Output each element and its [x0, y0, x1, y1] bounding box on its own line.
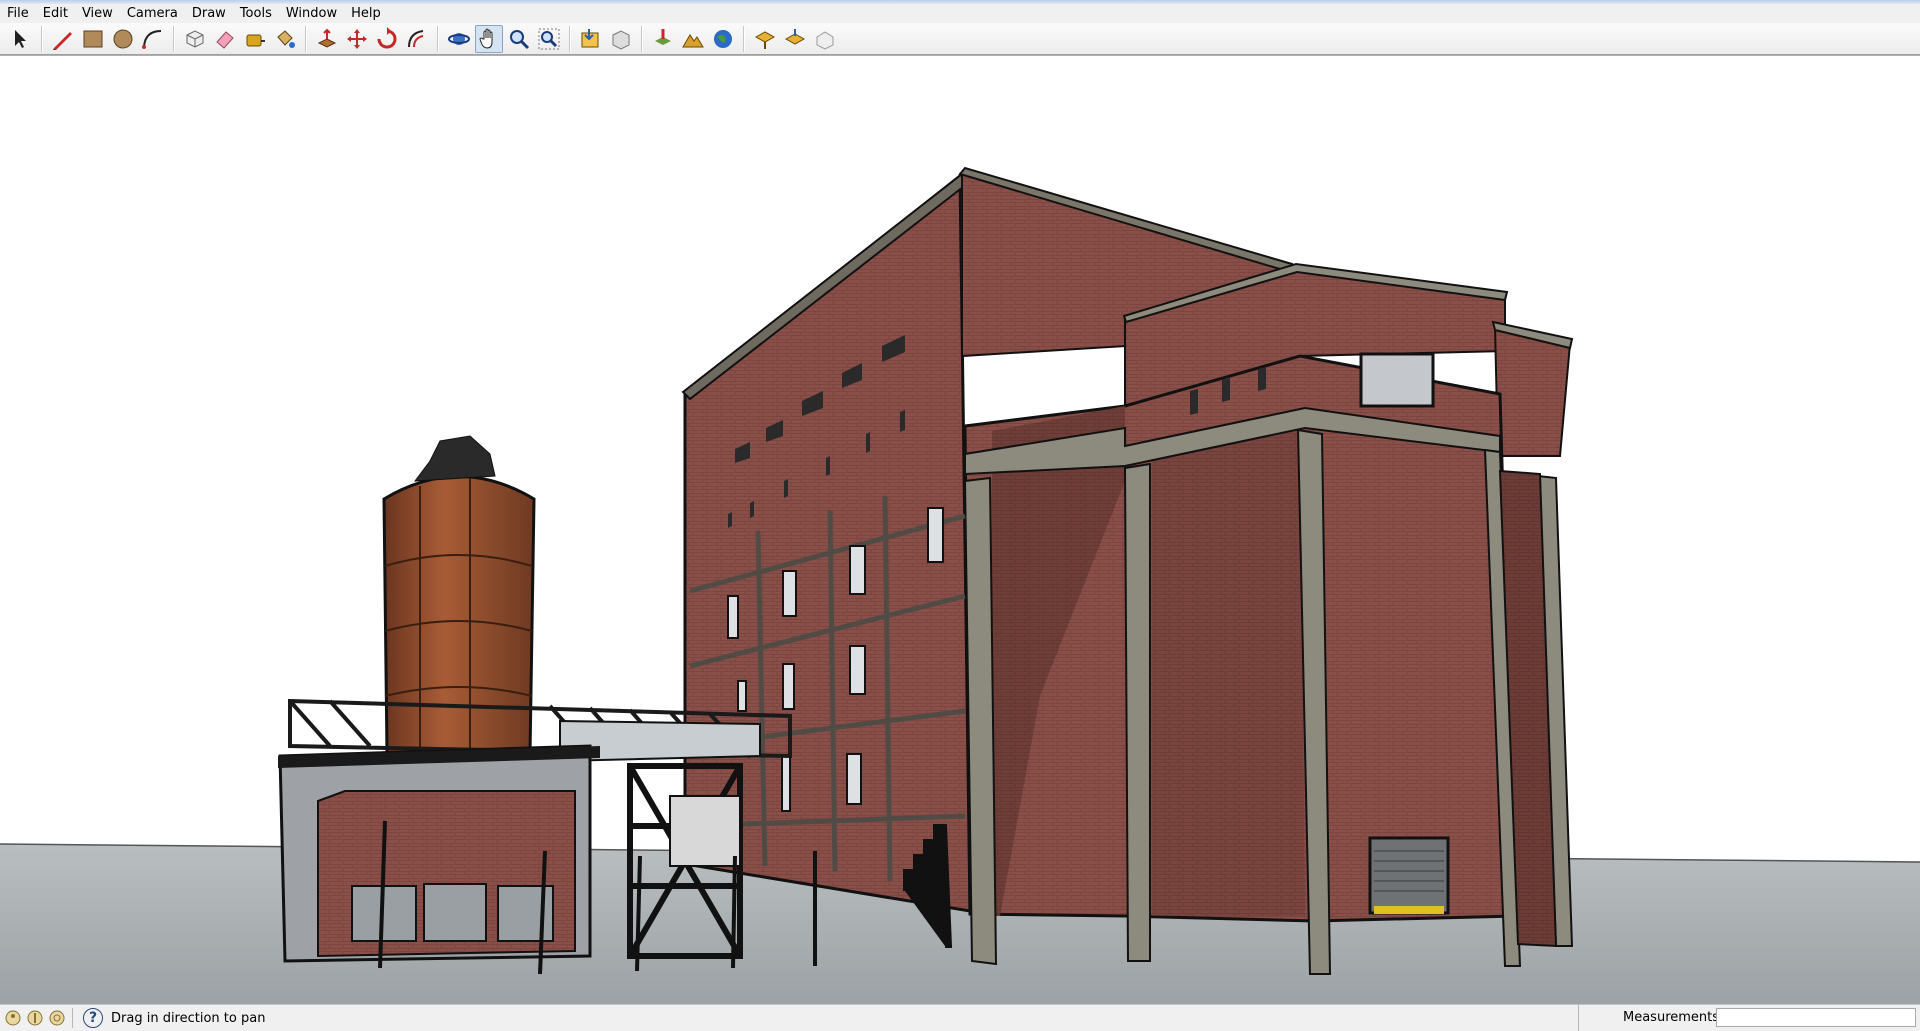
zoom-extents-tool-button[interactable]	[535, 25, 563, 53]
arc-icon	[142, 29, 162, 49]
silo-cap	[413, 435, 496, 482]
toolbar-separator	[305, 25, 307, 52]
silo-body	[382, 475, 536, 756]
toolbar-separator	[641, 25, 643, 52]
hopper-box	[669, 795, 741, 867]
status-bar: ? Drag in direction to pan Measurements	[0, 1004, 1920, 1031]
help-icon[interactable]: ?	[83, 1008, 103, 1028]
menu-draw[interactable]: Draw	[185, 4, 233, 23]
arc-tool-button[interactable]	[139, 25, 167, 53]
share-model-button[interactable]	[607, 25, 635, 53]
pencil-line-icon	[53, 31, 72, 50]
toolbar-separator	[743, 25, 745, 52]
get-models-warehouse-icon	[754, 30, 776, 49]
hazard-stripe	[1374, 906, 1444, 914]
rectangle-tool-button[interactable]	[79, 25, 107, 53]
menu-view[interactable]: View	[75, 4, 120, 23]
select-icon	[15, 29, 26, 48]
geo-location-icon[interactable]	[4, 1009, 22, 1027]
main-toolbar	[0, 23, 1920, 55]
tape-measure-icon	[246, 34, 265, 46]
menu-tools[interactable]: Tools	[233, 4, 279, 23]
toolbar-separator	[41, 25, 43, 52]
pan-icon	[479, 28, 493, 49]
menu-edit[interactable]: Edit	[36, 4, 75, 23]
preview-google-earth-button[interactable]	[709, 25, 737, 53]
menu-bar: File Edit View Camera Draw Tools Window …	[0, 4, 1920, 23]
loading-door	[1368, 836, 1450, 915]
make-component-icon	[186, 29, 204, 48]
share-component-button[interactable]	[781, 25, 809, 53]
menu-file[interactable]: File	[0, 4, 36, 23]
line-tool-button[interactable]	[49, 25, 77, 53]
share-model-icon	[612, 29, 630, 50]
measurements-input[interactable]	[1716, 1008, 1916, 1027]
concrete-pillar-2	[1123, 462, 1151, 962]
make-component-button[interactable]	[181, 25, 209, 53]
preview-in-google-earth-icon	[714, 29, 732, 48]
rotate-tool-button[interactable]	[373, 25, 401, 53]
circle-icon	[113, 29, 133, 48]
toggle-terrain-icon	[682, 33, 704, 47]
offset-icon	[408, 29, 424, 47]
extension-warehouse-icon	[816, 30, 834, 50]
zoom-icon	[510, 29, 530, 49]
pan-tool-button[interactable]	[475, 24, 503, 53]
tape-measure-tool-button[interactable]	[241, 25, 269, 53]
menu-camera[interactable]: Camera	[120, 4, 185, 23]
toolbar-separator	[437, 25, 439, 52]
rectangle-icon	[83, 30, 103, 47]
toggle-terrain-button[interactable]	[679, 25, 707, 53]
zoom-tool-button[interactable]	[505, 25, 533, 53]
modeling-viewport[interactable]	[0, 55, 1920, 1004]
get-models-icon	[581, 28, 599, 47]
eraser-icon	[216, 30, 234, 49]
status-hint: Drag in direction to pan	[111, 1010, 266, 1026]
extension-warehouse-button[interactable]	[811, 25, 839, 53]
push-pull-tool-button[interactable]	[313, 25, 341, 53]
push-pull-icon	[317, 28, 337, 48]
paint-bucket-tool-button[interactable]	[271, 25, 299, 53]
status-separator	[72, 1008, 73, 1028]
share-component-icon	[784, 28, 806, 45]
get-models-button[interactable]	[577, 25, 605, 53]
3d-scene	[0, 166, 1920, 1004]
add-location-button[interactable]	[649, 25, 677, 53]
move-tool-button[interactable]	[343, 25, 371, 53]
orbit-icon	[448, 32, 470, 45]
move-icon	[347, 28, 367, 49]
add-location-icon	[655, 28, 671, 45]
toolbar-separator	[173, 25, 175, 52]
user-account-icon[interactable]	[48, 1009, 66, 1027]
credits-icon[interactable]	[26, 1009, 44, 1027]
get-models-warehouse-button[interactable]	[751, 25, 779, 53]
menu-window[interactable]: Window	[279, 4, 344, 23]
offset-tool-button[interactable]	[403, 25, 431, 53]
eraser-tool-button[interactable]	[211, 25, 239, 53]
shadow-right-panel	[1152, 411, 1305, 916]
rotate-icon	[377, 26, 397, 48]
zoom-extents-icon	[538, 28, 560, 49]
menu-help[interactable]: Help	[344, 4, 388, 23]
circle-tool-button[interactable]	[109, 25, 137, 53]
select-tool-button[interactable]	[7, 25, 35, 53]
annex-window	[1359, 352, 1435, 408]
paint-bucket-icon	[277, 29, 295, 48]
toolbar-separator	[569, 25, 571, 52]
orbit-tool-button[interactable]	[445, 25, 473, 53]
